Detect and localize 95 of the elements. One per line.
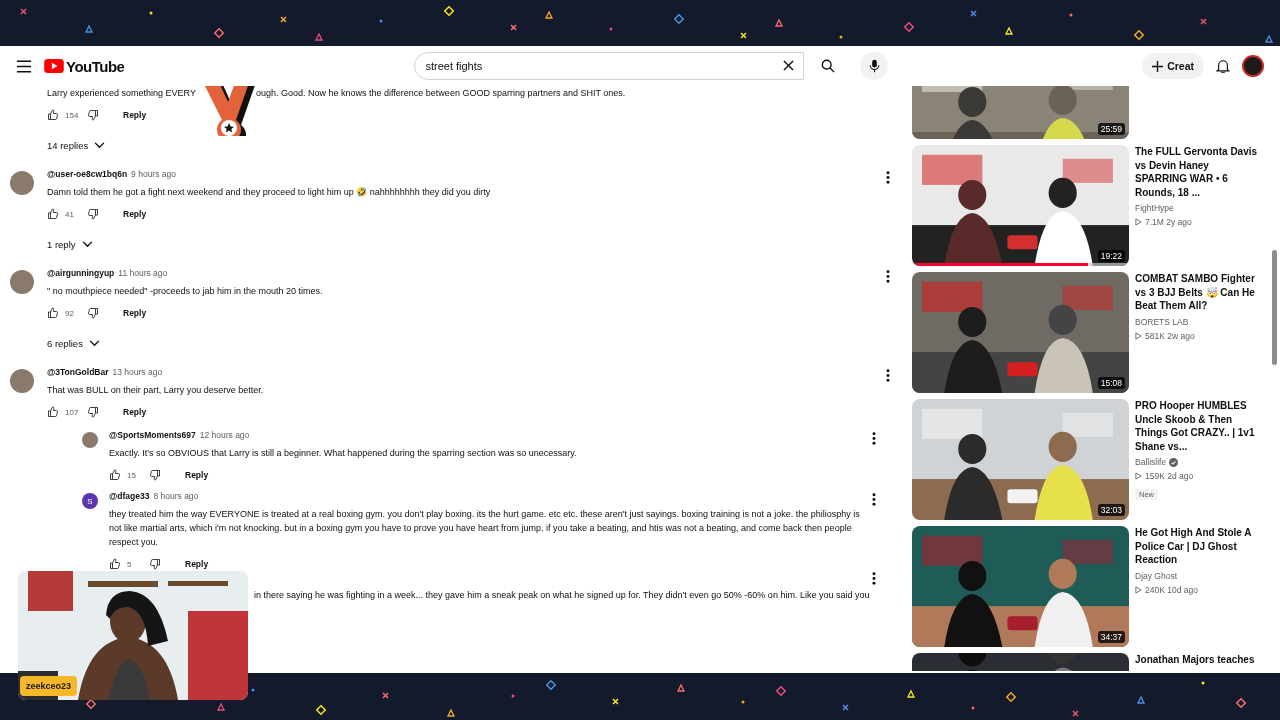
- plus-icon: [1152, 60, 1164, 72]
- comment-text: Damn told them he got a fight next weekend and they proceed to light him up 🤣 nahhhhhhhh they did you dirty: [47, 186, 492, 199]
- like-count: 107: [65, 407, 80, 417]
- channel-name[interactable]: FightHype: [1135, 201, 1174, 215]
- create-button[interactable]: Creat: [1142, 53, 1204, 79]
- reply-button[interactable]: Reply: [181, 470, 213, 480]
- user-avatar[interactable]: [82, 432, 98, 448]
- comment-text: ough. Good. Now he knows the difference between GOOD sparring partners and SHIT ones.: [255, 87, 626, 100]
- video-duration: 32:03: [1097, 504, 1125, 516]
- play-icon: [1135, 218, 1142, 226]
- thumbs-down-icon[interactable]: [149, 469, 161, 481]
- channel-name[interactable]: Ballislife: [1135, 455, 1167, 469]
- like-count: 92: [65, 308, 75, 318]
- comment-text: Exactly. It's so OBVIOUS that Larry is still a beginner. What happened during the sparring section was so unecessary.: [109, 447, 578, 460]
- comment-time[interactable]: 8 hours ago: [153, 491, 199, 501]
- like-count: 41: [65, 209, 75, 219]
- reply-button[interactable]: Reply: [119, 407, 151, 417]
- video-title[interactable]: COMBAT SAMBO Fighter vs 3 BJJ Belts 🤯 Can He Beat Them All?: [1135, 272, 1260, 313]
- like-count: 154: [65, 110, 80, 120]
- video-stats: 240K 10d ago: [1145, 583, 1198, 597]
- comment-author[interactable]: @airgunningyup: [47, 268, 115, 278]
- more-options-icon[interactable]: [872, 432, 876, 445]
- more-options-icon[interactable]: [872, 572, 876, 585]
- video-title[interactable]: He Got High And Stole A Police Car | DJ Ghost Reaction: [1135, 526, 1260, 567]
- comment-time[interactable]: 9 hours ago: [131, 169, 176, 179]
- channel-name[interactable]: BORETS LAB: [1135, 314, 1189, 329]
- bell-icon[interactable]: [1216, 59, 1230, 73]
- thumbs-up-icon[interactable]: [47, 109, 59, 121]
- comment-text: they treated him the way EVERYONE is treated at a real boxing gym. you don't play boxing. its the hurt game. etc etc. these aren't just sayings. boxing training is not a joke. the philiosphy is not like martial arts, which i'm not knocking. but in a boxing gym you have to prove you have heart from jump. if you take a beating, and htis was not a beating, and come back then people respect you.: [109, 508, 861, 549]
- thumbs-down-icon[interactable]: [87, 208, 99, 220]
- microphone-icon: [868, 59, 880, 73]
- thumbs-down-icon[interactable]: [87, 406, 99, 418]
- video-duration: 19:22: [1097, 250, 1125, 262]
- reply-button[interactable]: Reply: [119, 308, 151, 318]
- chevron-down-icon[interactable]: [94, 141, 106, 149]
- comment-text: That was BULL on their part, Larry you deserve better.: [47, 384, 265, 397]
- like-count: 15: [127, 470, 137, 480]
- streamer-name-tag: zeekceo23: [20, 676, 78, 696]
- reply-button[interactable]: Reply: [119, 110, 151, 120]
- thumbs-down-icon[interactable]: [149, 558, 161, 570]
- replies-toggle[interactable]: 14 replies: [47, 133, 106, 157]
- video-duration: 34:37: [1097, 631, 1125, 643]
- comment-text: in there saying he was fighting in a week... they gave him a sneak peak on what he signed up for. They didn't even go 50% -60% on him. Like you said you: [254, 589, 871, 602]
- search-field[interactable]: street fights: [414, 52, 805, 80]
- replies-toggle[interactable]: 1 reply: [47, 232, 93, 256]
- user-avatar[interactable]: [10, 369, 34, 393]
- comment-text: " no mouthpiece needed" -proceeds to jab him in the mouth 20 times.: [47, 285, 324, 298]
- more-options-icon[interactable]: [886, 171, 890, 184]
- more-options-icon[interactable]: [886, 270, 890, 283]
- user-avatar[interactable]: S: [82, 493, 98, 509]
- account-avatar[interactable]: [1242, 55, 1264, 77]
- video-stats: 581K 2w ago: [1145, 329, 1195, 343]
- comment-author[interactable]: @dfage33: [109, 491, 150, 501]
- replies-toggle[interactable]: 6 replies: [47, 331, 100, 355]
- play-icon: [1135, 585, 1142, 594]
- chevron-down-icon[interactable]: [88, 339, 100, 347]
- thumbs-up-icon[interactable]: [47, 307, 59, 319]
- video-title[interactable]: The FULL Gervonta Davis vs Devin Haney SPARRING WAR • 6 Rounds, 18 ...: [1135, 145, 1260, 199]
- thumbs-down-icon[interactable]: [87, 307, 99, 319]
- thumbs-up-icon[interactable]: [47, 208, 59, 220]
- video-title[interactable]: PRO Hooper HUMBLES Uncle Skoob & Then Things Got CRAZY.. | 1v1 Shane vs...: [1135, 399, 1260, 453]
- channel-name[interactable]: Djay Ghost: [1135, 568, 1178, 583]
- video-stats: 159K 2d ago: [1145, 470, 1194, 483]
- search-icon: [821, 59, 836, 73]
- video-duration: 15:08: [1097, 377, 1125, 389]
- reply-button[interactable]: Reply: [119, 209, 151, 219]
- play-icon: [1135, 331, 1142, 340]
- video-stats: 7.1M 2y ago: [1145, 216, 1192, 229]
- reply-button[interactable]: Reply: [181, 559, 213, 569]
- thumbs-down-icon[interactable]: [87, 109, 99, 121]
- chevron-down-icon[interactable]: [81, 240, 93, 248]
- comment-author[interactable]: @3TonGoldBar: [47, 367, 109, 377]
- user-avatar[interactable]: [10, 171, 34, 195]
- more-options-icon[interactable]: [872, 493, 876, 506]
- like-count: 5: [127, 559, 133, 569]
- logo-text[interactable]: YouTube: [66, 57, 125, 75]
- play-logo-icon[interactable]: [44, 59, 64, 73]
- close-icon[interactable]: [783, 60, 795, 71]
- more-options-icon[interactable]: [886, 369, 890, 382]
- comment-author[interactable]: @user-oe8cw1bq6n: [47, 169, 128, 179]
- menu-icon[interactable]: [16, 59, 32, 73]
- video-duration: 25:59: [1097, 123, 1125, 135]
- comment-author[interactable]: @SportsMoments697: [109, 430, 196, 440]
- thumbs-up-icon[interactable]: [109, 558, 121, 570]
- scrollbar-thumb[interactable]: [1272, 250, 1277, 365]
- comment-time[interactable]: 12 hours ago: [199, 430, 250, 440]
- thumbs-up-icon[interactable]: [47, 406, 59, 418]
- comment-time[interactable]: 11 hours ago: [118, 268, 168, 278]
- comment-time[interactable]: 13 hours ago: [112, 367, 163, 377]
- user-avatar[interactable]: [10, 270, 34, 294]
- comment-text: Larry experienced something EVERY: [47, 87, 196, 100]
- thumbs-up-icon[interactable]: [109, 469, 121, 481]
- video-title[interactable]: Jonathan Majors teaches: [1135, 653, 1260, 667]
- microphone-button[interactable]: [860, 52, 889, 80]
- play-icon: [1135, 472, 1142, 480]
